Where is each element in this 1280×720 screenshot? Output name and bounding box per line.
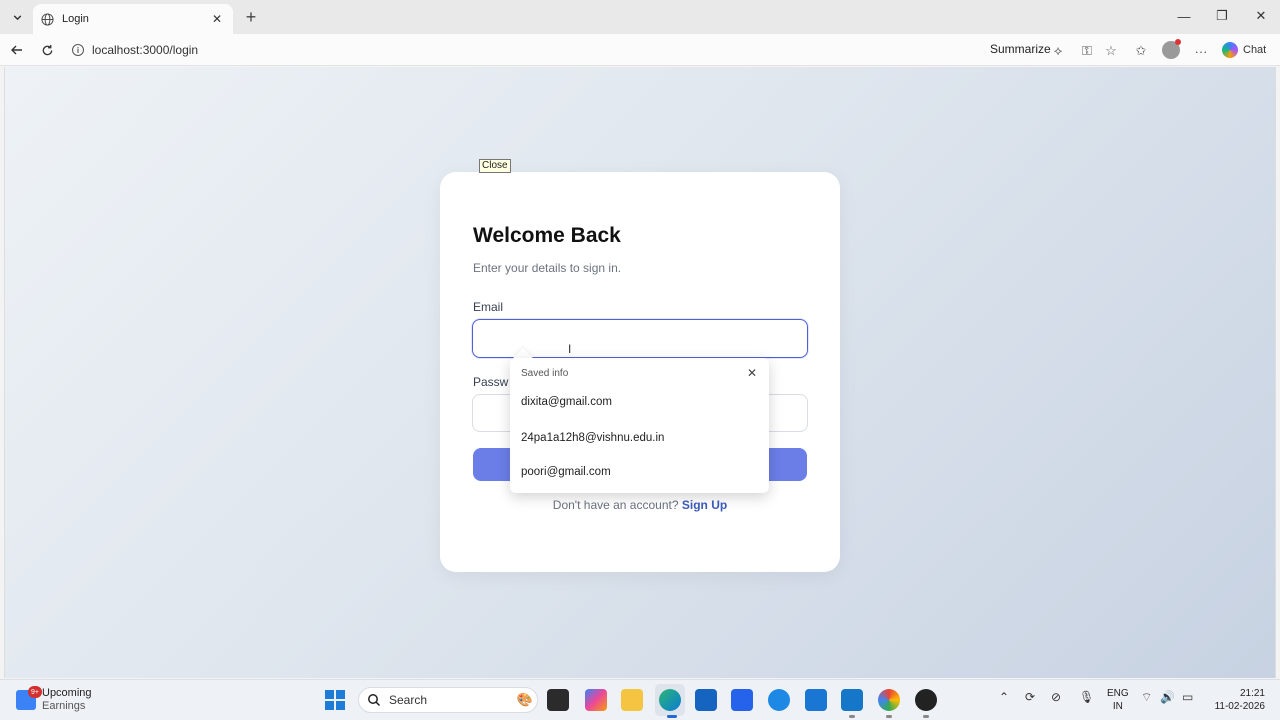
key-icon[interactable]: ⚿ [1078,42,1096,60]
search-highlight-icon: 🎨 [516,692,533,707]
clock-time: 21:21 [1239,688,1265,699]
chat-label: Chat [1243,44,1267,56]
autofill-item[interactable]: dixita@gmail.com [521,396,612,408]
close-tooltip: Close [479,159,511,173]
lang-top: ENG [1107,688,1129,699]
microphone-icon[interactable]: 🎙 [1079,690,1094,704]
address-bar[interactable]: i localhost:3000/login [64,38,984,62]
signup-link[interactable]: Sign Up [682,498,727,512]
widget-title: Upcoming [42,687,92,699]
email-label: Email [473,300,504,314]
chevron-up-icon[interactable]: ⌃ [999,690,1009,704]
password-label: Passw [473,375,509,389]
favorite-star-icon[interactable]: ☆ [1102,42,1120,60]
file-explorer-icon[interactable] [547,689,569,711]
start-button[interactable] [325,690,345,710]
edge-icon[interactable] [659,689,681,711]
browser-tab[interactable]: Login ✕ [33,4,233,34]
volume-icon[interactable]: 🔊 [1160,690,1175,704]
clock[interactable]: 21:21 11-02-2026 [1211,687,1265,713]
url-text: localhost:3000/login [92,43,199,57]
teams-icon[interactable] [731,689,753,711]
chevron-down-icon [13,14,21,20]
clock-date: 11-02-2026 [1214,701,1265,712]
site-info-icon[interactable]: i [72,44,84,56]
minimize-button[interactable]: — [1170,6,1198,26]
earnings-icon: 9+ [16,686,42,710]
refresh-icon [42,44,52,55]
arrow-left-icon [11,45,22,55]
widget-badge: 9+ [28,686,42,698]
refresh-button[interactable] [36,39,58,61]
running-indicator [923,715,929,718]
copilot-icon [1222,42,1238,58]
autofill-item[interactable]: poori@gmail.com [521,466,611,478]
copilot-icon[interactable] [585,689,607,711]
back-button[interactable] [6,39,28,61]
text-cursor-icon: I [568,342,572,356]
folder-icon[interactable] [621,689,643,711]
store-icon[interactable] [695,689,717,711]
signup-prompt-text: Don't have an account? [552,498,679,512]
widget-text: Upcoming Earnings [42,687,92,713]
page-title: Welcome Back [473,224,621,247]
github-icon[interactable] [915,689,937,711]
profile-notification-dot [1175,39,1181,45]
globe-icon [41,12,54,26]
autofill-dropdown: Saved info ✕ dixita@gmail.com 24pa1a12h8… [510,358,769,493]
restore-button[interactable]: ❐ [1208,6,1236,26]
sync-icon[interactable] [768,689,790,711]
more-icon[interactable]: ··· [1192,42,1210,60]
tab-list-button[interactable] [6,6,28,28]
chat-button[interactable]: Chat [1222,39,1266,61]
network-off-icon[interactable]: ⊘ [1051,690,1061,704]
signup-prompt: Don't have an account? Sign Up [440,498,840,512]
taskbar-search[interactable]: Search 🎨 [358,687,538,713]
summarize-icon[interactable]: ⟡ [1049,42,1067,60]
page-subtitle: Enter your details to sign in. [473,261,622,275]
browser-toolbar: i localhost:3000/login Summarize ⟡ ⚿ ☆ ✩… [0,34,1280,66]
tab-bar: Login ✕ + — ❐ ✕ [0,0,1280,34]
close-window-button[interactable]: ✕ [1247,6,1275,26]
running-indicator [849,715,855,718]
cloud-sync-icon[interactable]: ⟳ [1025,690,1035,704]
autofill-header: Saved info [521,368,569,379]
running-indicator [886,715,892,718]
photos-icon[interactable] [805,689,827,711]
autofill-close-icon[interactable]: ✕ [747,366,757,380]
tab-title: Login [62,13,89,25]
windows-logo-icon [325,690,335,700]
chrome-icon[interactable] [878,689,900,711]
language-indicator[interactable]: ENG IN [1107,687,1129,713]
favorites-icon[interactable]: ✩ [1132,42,1150,60]
vscode-icon[interactable] [841,689,863,711]
widget-subtitle: Earnings [42,700,86,712]
tab-close-icon[interactable]: ✕ [209,12,225,26]
widgets-button[interactable]: 9+ Upcoming Earnings [16,686,92,713]
wifi-icon[interactable]: ⌔ [1141,690,1152,705]
new-tab-button[interactable]: + [240,6,262,28]
search-label: Search [389,693,428,707]
lang-bottom: IN [1112,701,1123,712]
search-icon [368,694,381,707]
battery-icon[interactable]: ▭ [1182,690,1193,704]
summarize-button[interactable]: Summarize [990,42,1051,56]
autofill-item[interactable]: 24pa1a12h8@vishnu.edu.in [521,432,664,444]
running-indicator [667,715,677,718]
